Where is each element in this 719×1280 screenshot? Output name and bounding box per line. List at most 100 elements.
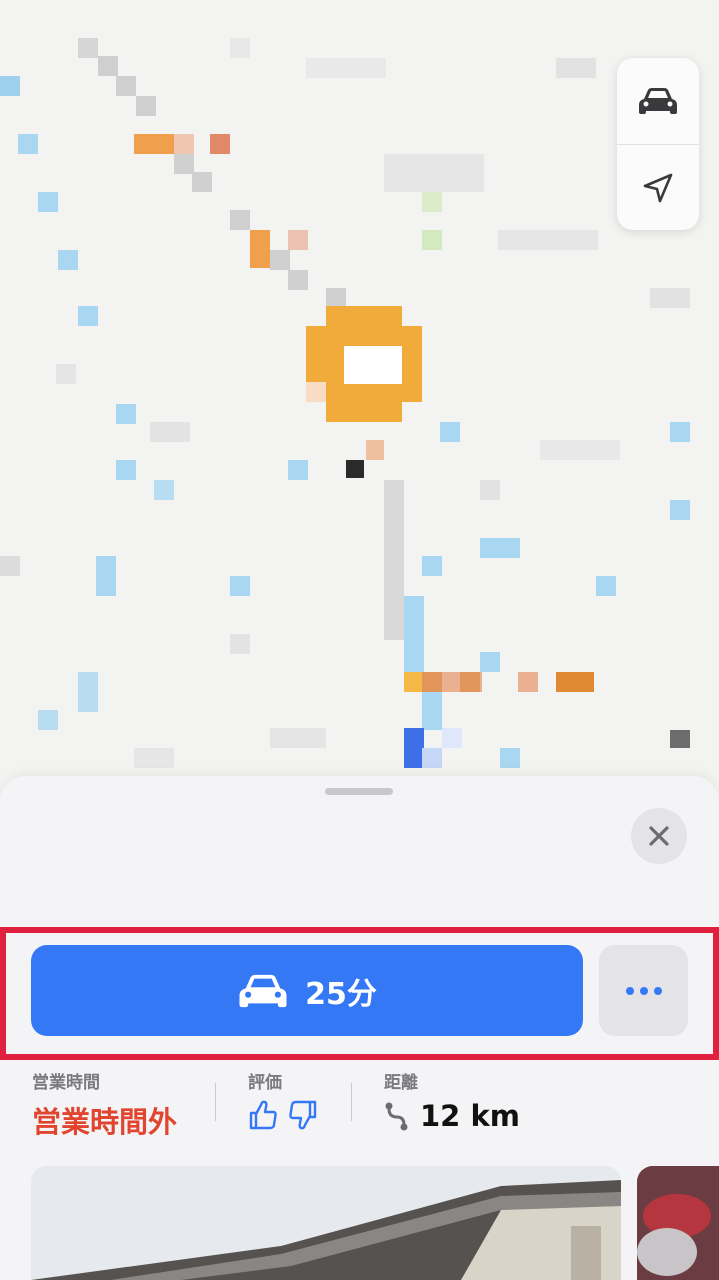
map-tile (366, 440, 384, 460)
map-tile (422, 748, 442, 768)
hours-section: 営業時間 営業時間外 (32, 1068, 177, 1141)
map-tile (498, 230, 598, 250)
map-tile (500, 748, 520, 768)
map-tile (288, 270, 308, 290)
map-tile (154, 480, 174, 500)
route-icon (385, 1102, 408, 1131)
travel-time-label: 25分 (305, 976, 377, 1012)
place-pin-icon[interactable] (306, 306, 422, 422)
car-icon (639, 88, 677, 114)
rating-label: 評価 (248, 1073, 282, 1093)
map-tile (404, 672, 422, 692)
map-tile (288, 230, 308, 250)
map-tile (78, 38, 98, 58)
map-tile (38, 710, 58, 730)
map-tile (78, 672, 98, 712)
map-tile (56, 364, 76, 384)
map-tile (422, 192, 442, 212)
map-tile (136, 96, 156, 116)
thumbs-up-icon[interactable] (248, 1099, 278, 1131)
map-tile (116, 460, 136, 480)
map-tile (480, 538, 520, 558)
map-tile (288, 460, 308, 480)
close-button[interactable] (631, 808, 687, 864)
map-tile (230, 634, 250, 654)
map-tile (404, 596, 424, 676)
car-icon (239, 974, 287, 1007)
map-tile (422, 672, 442, 692)
map-tile (0, 556, 20, 576)
divider (215, 1083, 216, 1121)
more-button[interactable] (599, 945, 688, 1036)
divider (351, 1083, 352, 1121)
map-view[interactable] (0, 0, 719, 800)
map-tile (404, 728, 424, 768)
map-tile (384, 480, 404, 640)
map-controls (617, 58, 699, 230)
map-tile (96, 556, 116, 596)
ellipsis-icon (623, 986, 665, 995)
map-tile (230, 210, 250, 230)
place-photo[interactable] (31, 1166, 621, 1280)
rating-section: 評価 (248, 1068, 318, 1131)
transport-mode-button[interactable] (617, 58, 699, 144)
map-tile (518, 672, 538, 692)
map-tile (78, 306, 98, 326)
map-tile (230, 38, 250, 58)
photo-image (637, 1166, 719, 1280)
map-tile (58, 250, 78, 270)
map-tile (150, 422, 190, 442)
place-info-row: 営業時間 営業時間外 評価 距離 12 km (0, 1068, 719, 1148)
map-tile (18, 134, 38, 154)
rating-buttons (248, 1099, 318, 1131)
map-tile (460, 672, 480, 692)
distance-label: 距離 (384, 1073, 418, 1093)
map-tile (650, 288, 690, 308)
location-arrow-icon (643, 173, 673, 203)
map-tile (38, 192, 58, 212)
map-tile (422, 556, 442, 576)
map-tile (556, 58, 596, 78)
map-tile (670, 422, 690, 442)
map-tile (250, 230, 270, 268)
map-tile (480, 480, 500, 500)
map-tile (192, 172, 212, 192)
map-tile (270, 250, 290, 270)
close-icon (649, 826, 669, 846)
map-tile (384, 154, 484, 192)
map-tile (670, 730, 690, 748)
hours-value[interactable]: 営業時間外 (32, 1099, 177, 1141)
map-tile (670, 500, 690, 520)
map-tile (98, 56, 118, 76)
map-tile (174, 154, 194, 174)
map-tile (422, 690, 442, 730)
photo-image (31, 1166, 621, 1280)
hours-label: 営業時間 (32, 1073, 100, 1093)
map-tile (270, 728, 326, 748)
thumbs-down-icon[interactable] (288, 1099, 318, 1131)
sheet-grabber[interactable] (325, 788, 393, 795)
map-tile (134, 134, 174, 154)
map-tile (540, 440, 620, 460)
map-tile (134, 748, 174, 768)
current-location-button[interactable] (617, 144, 699, 230)
map-tile (326, 288, 346, 308)
directions-button[interactable]: 25分 (31, 945, 583, 1036)
map-tile (0, 76, 20, 96)
map-tile (422, 230, 442, 250)
map-tile (116, 404, 136, 424)
map-tile (306, 58, 386, 78)
distance-value-row: 12 km (384, 1099, 520, 1133)
distance-value: 12 km (420, 1099, 520, 1133)
place-photo[interactable] (637, 1166, 719, 1280)
map-tile (442, 728, 462, 748)
map-tile (116, 76, 136, 96)
map-tile (596, 576, 616, 596)
map-tile (346, 460, 364, 478)
distance-section: 距離 12 km (384, 1068, 520, 1133)
map-tile (230, 576, 250, 596)
map-tile (556, 672, 594, 692)
map-tile (174, 134, 194, 154)
map-tile (210, 134, 230, 154)
map-tile (480, 652, 500, 672)
